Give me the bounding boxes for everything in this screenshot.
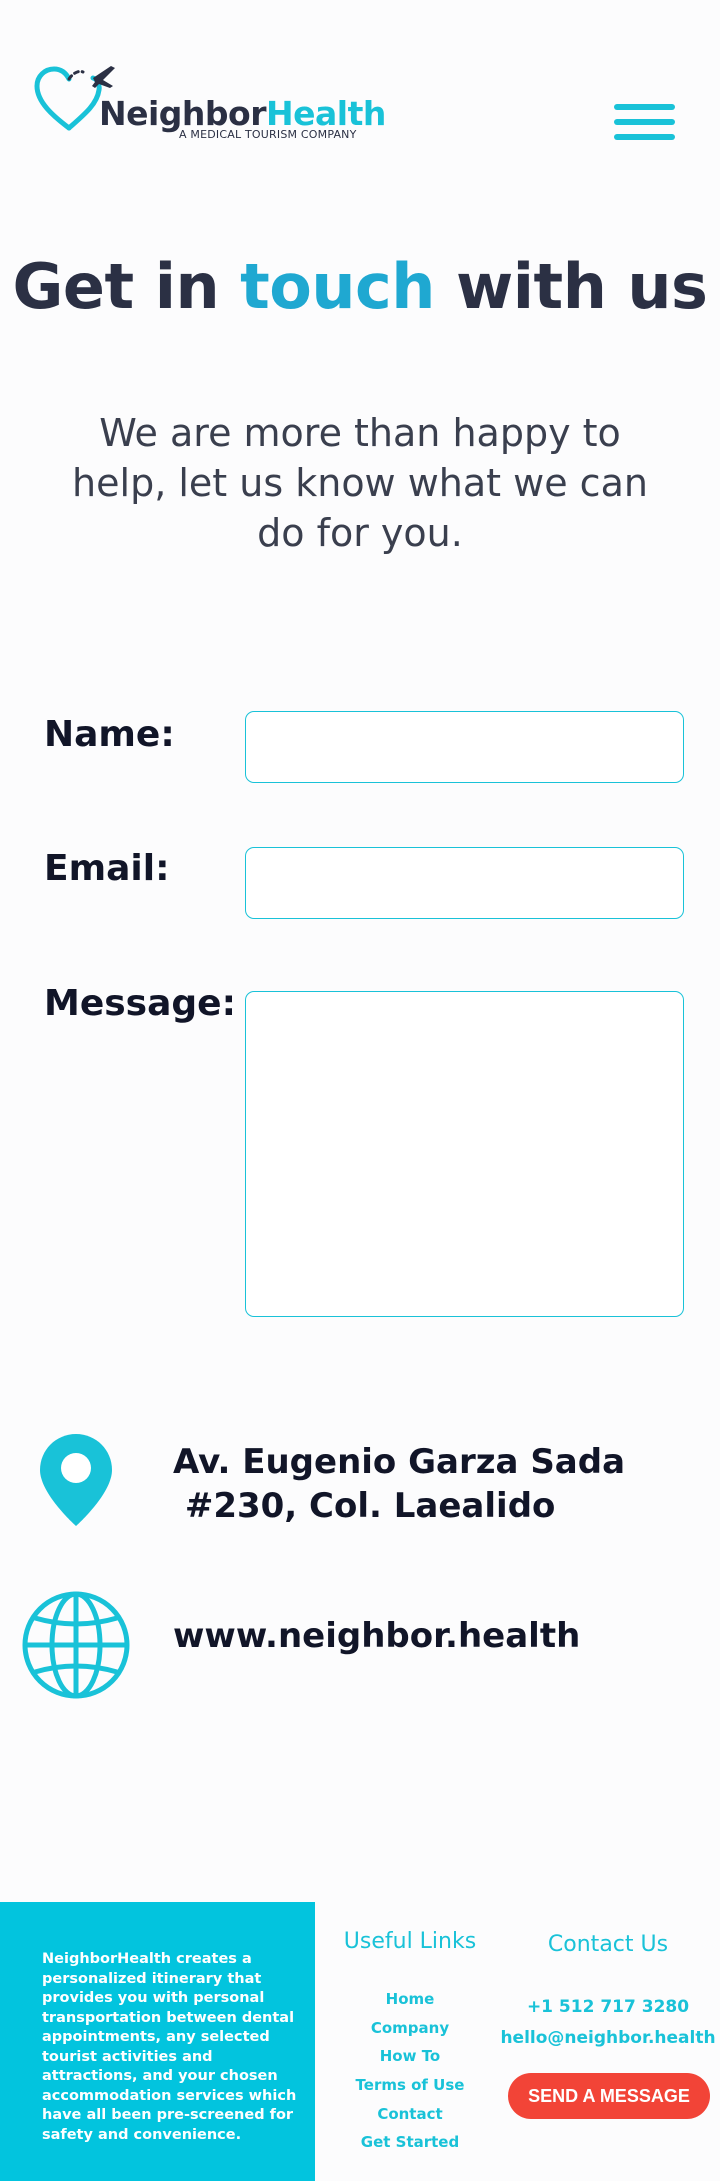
footer-phone[interactable]: +1 512 717 3280 — [500, 1997, 716, 2017]
email-label: Email: — [44, 848, 170, 889]
address-text: Av. Eugenio Garza Sada #230, Col. Laeali… — [173, 1442, 626, 1526]
name-field[interactable] — [245, 711, 684, 783]
footer-link-company[interactable]: Company — [335, 2019, 485, 2037]
footer-link-how-to[interactable]: How To — [335, 2047, 485, 2065]
email-field[interactable] — [245, 847, 684, 919]
footer-about-text: NeighborHealth creates a personalized it… — [42, 1951, 297, 2143]
footer-about-panel: NeighborHealth creates a personalized it… — [0, 1902, 315, 2181]
logo-tagline: A MEDICAL TOURISM COMPANY — [179, 128, 357, 141]
header: NeighborHealth A MEDICAL TOURISM COMPANY — [0, 0, 720, 180]
logo[interactable]: NeighborHealth A MEDICAL TOURISM COMPANY — [33, 64, 386, 144]
message-field[interactable] — [245, 991, 684, 1317]
footer-email[interactable]: hello@neighbor.health — [500, 2028, 716, 2048]
page-subtitle: We are more than happy to help, let us k… — [72, 411, 648, 555]
message-label: Message: — [44, 983, 236, 1024]
address-row: Av. Eugenio Garza Sada #230, Col. Laeali… — [0, 1428, 720, 1528]
footer-link-contact[interactable]: Contact — [335, 2105, 485, 2123]
website-link[interactable]: www.neighbor.health — [173, 1614, 580, 1658]
website-row: www.neighbor.health — [0, 1590, 720, 1700]
contact-us-title: Contact Us — [547, 1932, 669, 1957]
name-label: Name: — [44, 714, 175, 755]
footer-link-terms[interactable]: Terms of Use — [335, 2076, 485, 2094]
footer-link-get-started[interactable]: Get Started — [335, 2133, 485, 2151]
globe-icon — [22, 1591, 130, 1699]
hamburger-menu-icon[interactable] — [614, 104, 675, 140]
useful-links-title: Useful Links — [343, 1929, 477, 1954]
footer-link-home[interactable]: Home — [335, 1990, 485, 2008]
send-message-button[interactable]: SEND A MESSAGE — [508, 2073, 710, 2119]
location-pin-icon — [40, 1434, 112, 1526]
page-title: Get in touch with us — [12, 250, 708, 323]
